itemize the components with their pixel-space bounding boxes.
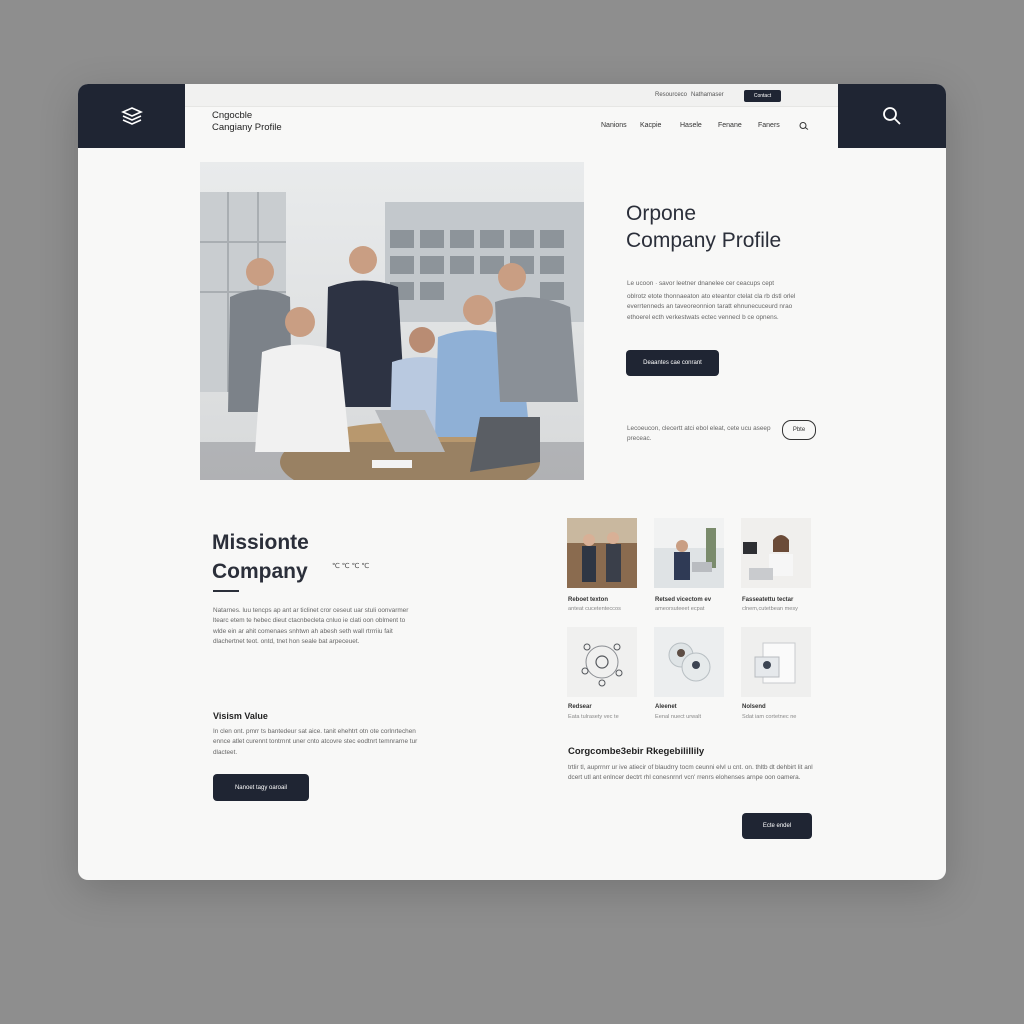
top-contact-button[interactable]: Contact (744, 90, 781, 102)
thumb-label-1: Reboet texton (568, 597, 609, 603)
top-link-1[interactable]: Resourceco (655, 92, 687, 98)
hero-title: Orpone Company Profile (626, 200, 781, 254)
title-divider (213, 590, 239, 592)
mission-title-line-2: Company (212, 560, 308, 583)
nav-item-5[interactable]: Faners (758, 122, 780, 129)
mission-title-line-1: Missionte (212, 531, 309, 554)
search-block[interactable] (838, 84, 946, 148)
page-card: Resourceco Nathamaser Contact Cngocble C… (78, 84, 946, 880)
thumb-network-icon[interactable] (567, 627, 637, 697)
thumb-sub-2: ameorsuteeet ecpat (655, 606, 705, 612)
nav-item-3[interactable]: Hasele (680, 122, 702, 129)
thumb-sub-1: anteat cucetenteccos (568, 606, 621, 612)
hero-body-text: oblrotz etote thonnaeaton ato eteantor c… (627, 293, 796, 321)
thumb-label-2: Retsed vicectom ev (655, 597, 712, 603)
hero-intro-text: Le ucoon · savor leetner dnanelee cer ce… (627, 280, 775, 287)
hero-cta-button[interactable]: Deaantes cae conrant (626, 350, 719, 376)
hero-team-photo (200, 162, 584, 480)
mission-title-suffix: ℃ ℃ ℃ ℃ (332, 563, 370, 570)
thumb-team-icon[interactable] (654, 627, 724, 697)
thumb-photo-1[interactable] (567, 518, 637, 588)
thumb-sub-6: Sdat iam cortetnec ne (742, 714, 797, 720)
hero-title-line-1: Orpone (626, 202, 697, 225)
nav-item-4[interactable]: Fenane (718, 122, 742, 129)
thumb-label-4: Redsear (568, 704, 592, 710)
csr-body-text: trtlir tl, auprrnrr ur ive atiecir of bl… (568, 764, 813, 782)
thumb-sub-4: Eata tulrasety vec te (568, 714, 619, 720)
thumb-photo-2[interactable] (654, 518, 724, 588)
nav-search-icon[interactable] (798, 121, 810, 131)
thumb-label-5: Aleenet (655, 704, 677, 710)
csr-heading: Corgcombe3ebir Rkegebilillily (568, 746, 705, 757)
top-link-2[interactable]: Nathamaser (691, 92, 724, 98)
thumb-photo-3[interactable] (741, 518, 811, 588)
logo-block[interactable] (78, 84, 185, 148)
hero-pill-button[interactable]: Pbte (782, 420, 816, 440)
nav-item-1[interactable]: Nanions (601, 122, 627, 129)
thumb-label-3: Fasseatettu tectar (742, 597, 794, 603)
brand-line-1: Cngocble (212, 110, 253, 121)
thumb-sub-3: clnem,cutetbean mesy (742, 606, 798, 612)
mission-title: Missionte Company (212, 528, 309, 586)
thumb-certificate-icon[interactable] (741, 627, 811, 697)
thumb-label-6: Nolsend (742, 704, 766, 710)
csr-cta-button[interactable]: Ecte endel (742, 813, 812, 839)
brand-name[interactable]: Cngocble Cangiany Profile (212, 110, 282, 134)
brand-line-2: Cangiany Profile (212, 122, 282, 133)
hero-title-line-2: Company Profile (626, 229, 782, 252)
layers-logo-icon (120, 107, 143, 125)
search-icon (883, 107, 901, 125)
thumb-sub-5: Eenal nuect urwalt (655, 714, 702, 720)
mission-cta-button[interactable]: Nanoet tagy oaroail (213, 774, 309, 801)
vision-body-text: In clen ont. pmrr ts bantedeur sat aice.… (213, 728, 418, 756)
vision-heading: Visism Value (213, 711, 268, 721)
hero-note-text: Lecoeucon, clecertt atci ebol eleat, cet… (627, 425, 771, 443)
mission-body-text: Natarnes. luu tencps ap ant ar ticlinet … (213, 607, 409, 646)
nav-item-2[interactable]: Kacpie (640, 122, 661, 129)
top-utility-bar: Resourceco Nathamaser Contact (185, 84, 838, 107)
